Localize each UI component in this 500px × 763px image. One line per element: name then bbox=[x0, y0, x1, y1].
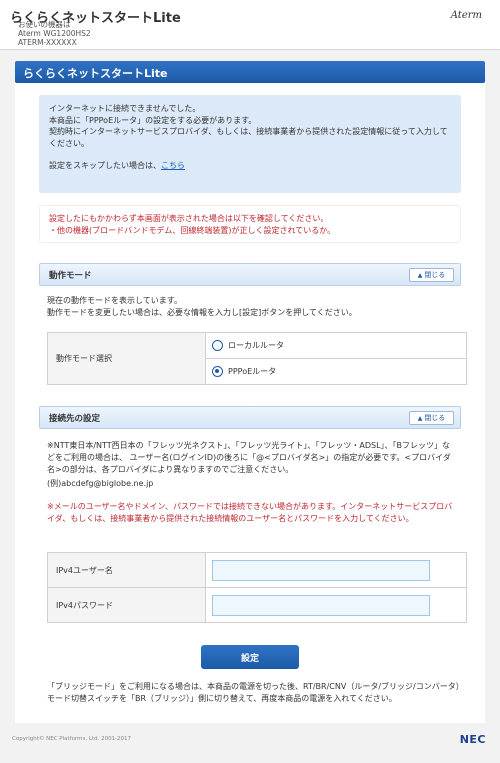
connection-collapse-label: 閉じる bbox=[424, 414, 446, 422]
mode-option-cell-local: ローカルルータ bbox=[205, 332, 467, 359]
password-cell bbox=[205, 587, 467, 623]
device-id: ATERM-XXXXXX bbox=[18, 38, 77, 47]
connection-example: (例)abcdefg@biglobe.ne.jp bbox=[47, 479, 154, 488]
mode-description: 現在の動作モードを表示しています。 動作モードを変更したい場合は、必要な情報を入… bbox=[47, 295, 457, 319]
info-line-3: 契約時にインターネットサービスプロバイダ、もしくは、接続事業者から提供された設定… bbox=[49, 127, 448, 148]
skip-text: 設定をスキップしたい場合は、 bbox=[49, 161, 161, 170]
warning-line-1: 設定したにもかかわらず本画面が表示された場合は以下を確認してください。 bbox=[49, 214, 329, 223]
nec-logo: NEC bbox=[459, 733, 486, 746]
username-input[interactable] bbox=[212, 559, 430, 581]
mode-section-header: 動作モード ▲ 閉じる bbox=[39, 263, 461, 286]
option-local-router-label: ローカルルータ bbox=[228, 341, 284, 350]
connection-table: IPv4ユーザー名 IPv4パスワード bbox=[47, 552, 467, 623]
device-info: お使いの機器は Aterm WG1200HS2 ATERM-XXXXXX bbox=[18, 20, 91, 47]
device-caption: お使いの機器は bbox=[18, 20, 71, 29]
main-panel: インターネットに接続できませんでした。 本商品に「PPPoEルータ」の設定をする… bbox=[15, 83, 485, 723]
submit-button[interactable]: 設定 bbox=[201, 645, 299, 669]
connection-collapse-button[interactable]: ▲ 閉じる bbox=[409, 411, 454, 425]
password-input[interactable] bbox=[212, 594, 430, 616]
mode-option-cell-pppoe: PPPoEルータ bbox=[205, 358, 467, 385]
warning-message: 設定したにもかかわらず本画面が表示された場合は以下を確認してください。 ・他の機… bbox=[39, 205, 461, 243]
aterm-logo: Aterm bbox=[450, 10, 482, 21]
info-message: インターネットに接続できませんでした。 本商品に「PPPoEルータ」の設定をする… bbox=[39, 95, 461, 193]
mode-table: 動作モード選択 ローカルルータ PPPoEルータ bbox=[47, 332, 467, 385]
option-pppoe-router-label: PPPoEルータ bbox=[228, 367, 277, 376]
copyright: Copyright© NEC Platforms, Ltd. 2001-2017 bbox=[12, 736, 132, 742]
page-title: らくらくネットスタートLite bbox=[15, 61, 485, 83]
skip-row: 設定をスキップしたい場合は、こちら bbox=[49, 160, 451, 172]
password-label: IPv4パスワード bbox=[47, 587, 206, 623]
radio-button[interactable] bbox=[212, 340, 223, 351]
bridge-mode-note: 「ブリッジモード」をご利用になる場合は、本商品の電源を切った後、RT/BR/CN… bbox=[47, 682, 464, 703]
connection-note: ※NTT東日本/NTT西日本の「フレッツ光ネクスト」、「フレッツ光ライト」、「フ… bbox=[47, 441, 451, 474]
mode-collapse-label: 閉じる bbox=[424, 271, 446, 279]
device-model: Aterm WG1200HS2 bbox=[18, 29, 91, 38]
connection-warning: ※メールのユーザー名やドメイン、パスワードでは接続できない場合があります。インタ… bbox=[47, 502, 453, 523]
mode-desc-1: 現在の動作モードを表示しています。 bbox=[47, 296, 182, 305]
radio-pppoe-router[interactable]: PPPoEルータ bbox=[212, 359, 466, 384]
chevron-up-icon: ▲ bbox=[417, 415, 423, 422]
info-line-1: インターネットに接続できませんでした。 bbox=[49, 104, 201, 113]
mode-desc-2: 動作モードを変更したい場合は、必要な情報を入力し[設定]ボタンを押してください。 bbox=[47, 308, 357, 317]
mode-collapse-button[interactable]: ▲ 閉じる bbox=[409, 268, 454, 282]
connection-section-header: 接続先の設定 ▲ 閉じる bbox=[39, 406, 461, 429]
radio-local-router[interactable]: ローカルルータ bbox=[212, 333, 466, 358]
chevron-up-icon: ▲ bbox=[417, 272, 423, 279]
username-cell bbox=[205, 552, 467, 588]
skip-link[interactable]: こちら bbox=[161, 161, 185, 170]
mode-field-label: 動作モード選択 bbox=[47, 332, 206, 385]
radio-button-checked[interactable] bbox=[212, 366, 223, 377]
mode-section-title: 動作モード bbox=[49, 271, 92, 281]
warning-line-2: ・他の機器(ブロードバンドモデム、回線終端装置)が正しく設定されているか。 bbox=[49, 226, 336, 235]
username-label: IPv4ユーザー名 bbox=[47, 552, 206, 588]
top-header: らくらくネットスタートLite お使いの機器は Aterm WG1200HS2 … bbox=[0, 0, 500, 50]
info-line-2: 本商品に「PPPoEルータ」の設定をする必要があります。 bbox=[49, 115, 257, 125]
connection-section-title: 接続先の設定 bbox=[49, 414, 101, 424]
